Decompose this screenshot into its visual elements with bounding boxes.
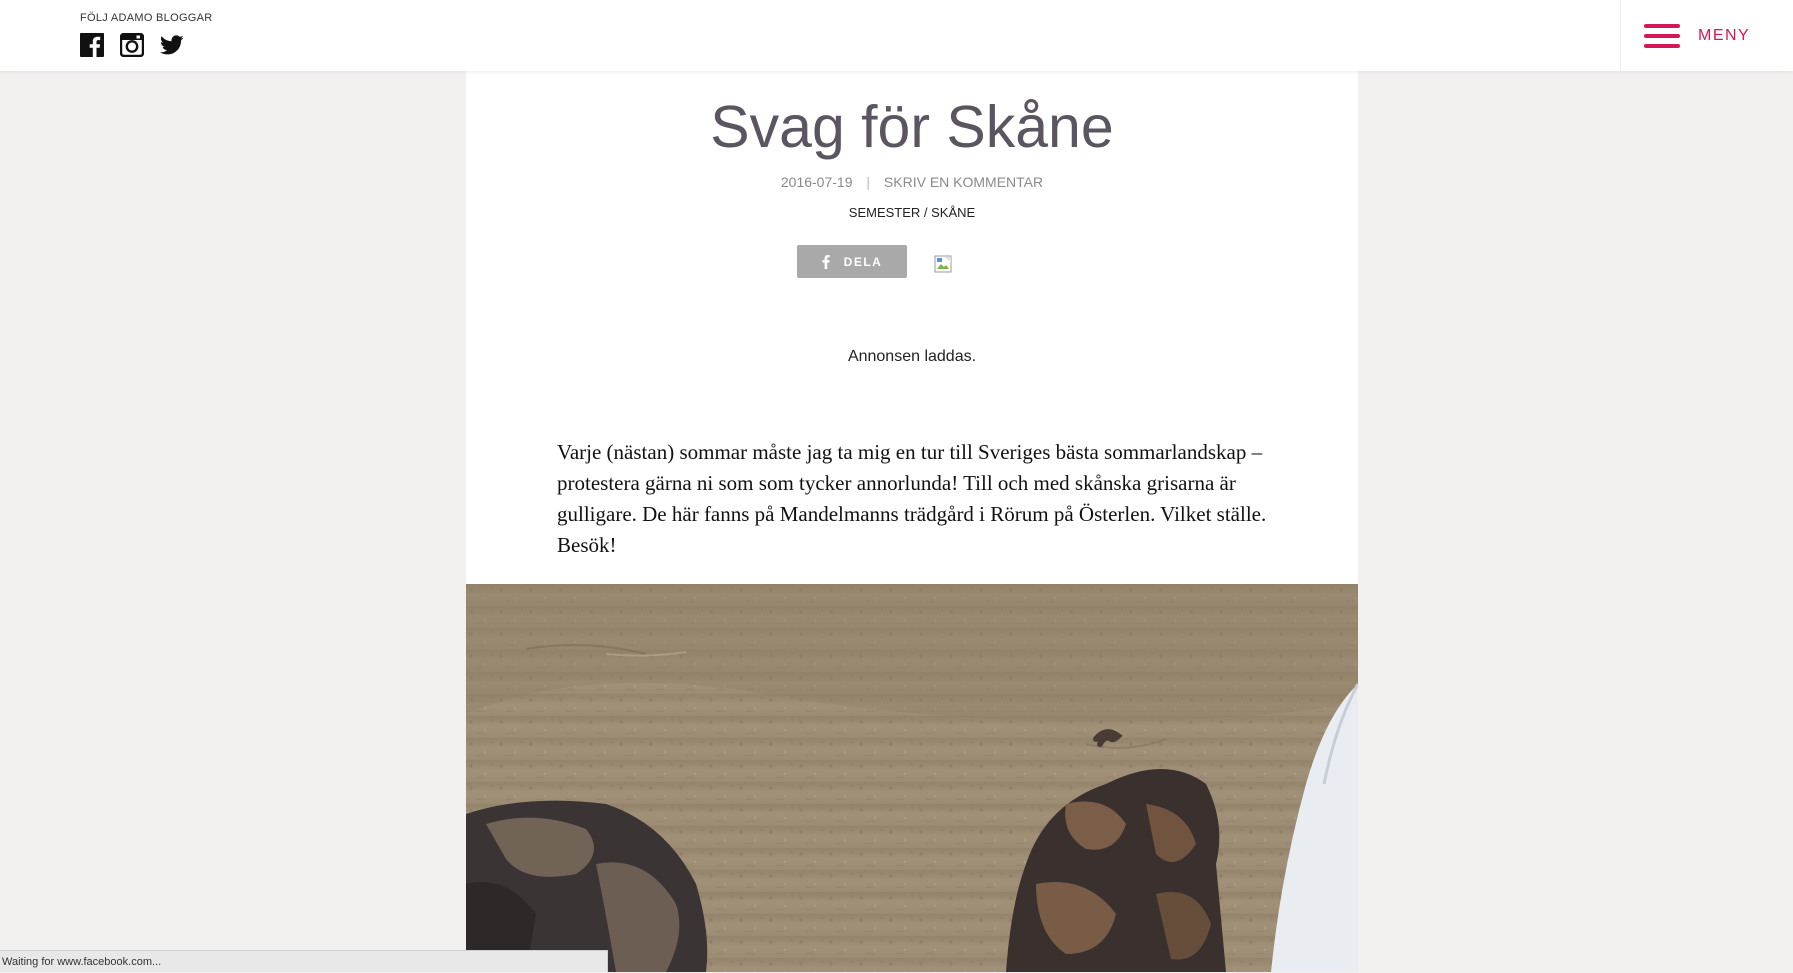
category-link[interactable]: SEMESTER / SKÅNE — [849, 205, 975, 220]
write-comment-link[interactable]: SKRIV EN KOMMENTAR — [884, 174, 1043, 190]
pigs-photo — [466, 584, 1358, 972]
ad-loading-text: Annonsen laddas. — [847, 348, 977, 365]
share-facebook-button[interactable]: DELA — [797, 245, 907, 278]
browser-status-bar: Waiting for www.facebook.com... — [0, 950, 608, 972]
twitter-icon[interactable] — [160, 33, 184, 57]
meta-separator: | — [866, 174, 871, 190]
article-body: Varje (nästan) sommar måste jag ta mig e… — [557, 440, 1267, 557]
article-date: 2016-07-19 — [780, 174, 853, 190]
hamburger-icon — [1644, 21, 1680, 51]
instagram-icon[interactable] — [120, 33, 144, 57]
menu-label: MENY — [1698, 27, 1751, 44]
article: Svag för Skåne 2016-07-19 | SKRIV EN KOM… — [466, 71, 1358, 972]
menu-divider — [1620, 0, 1621, 71]
article-title: Svag för Skåne — [710, 94, 1114, 160]
menu-button[interactable]: MENY — [1644, 20, 1750, 52]
facebook-icon[interactable] — [80, 33, 104, 57]
follow-label: FÖLJ ADAMO BLOGGAR — [80, 12, 213, 24]
facebook-f-icon — [822, 254, 830, 269]
article-categories: SEMESTER / SKÅNE — [466, 205, 1358, 220]
article-meta: 2016-07-19 | SKRIV EN KOMMENTAR — [466, 174, 1358, 190]
article-photo — [466, 584, 1358, 972]
share-label: DELA — [843, 254, 883, 269]
site-header: FÖLJ ADAMO BLOGGAR MENY — [0, 0, 1793, 71]
broken-image-icon — [934, 255, 952, 273]
